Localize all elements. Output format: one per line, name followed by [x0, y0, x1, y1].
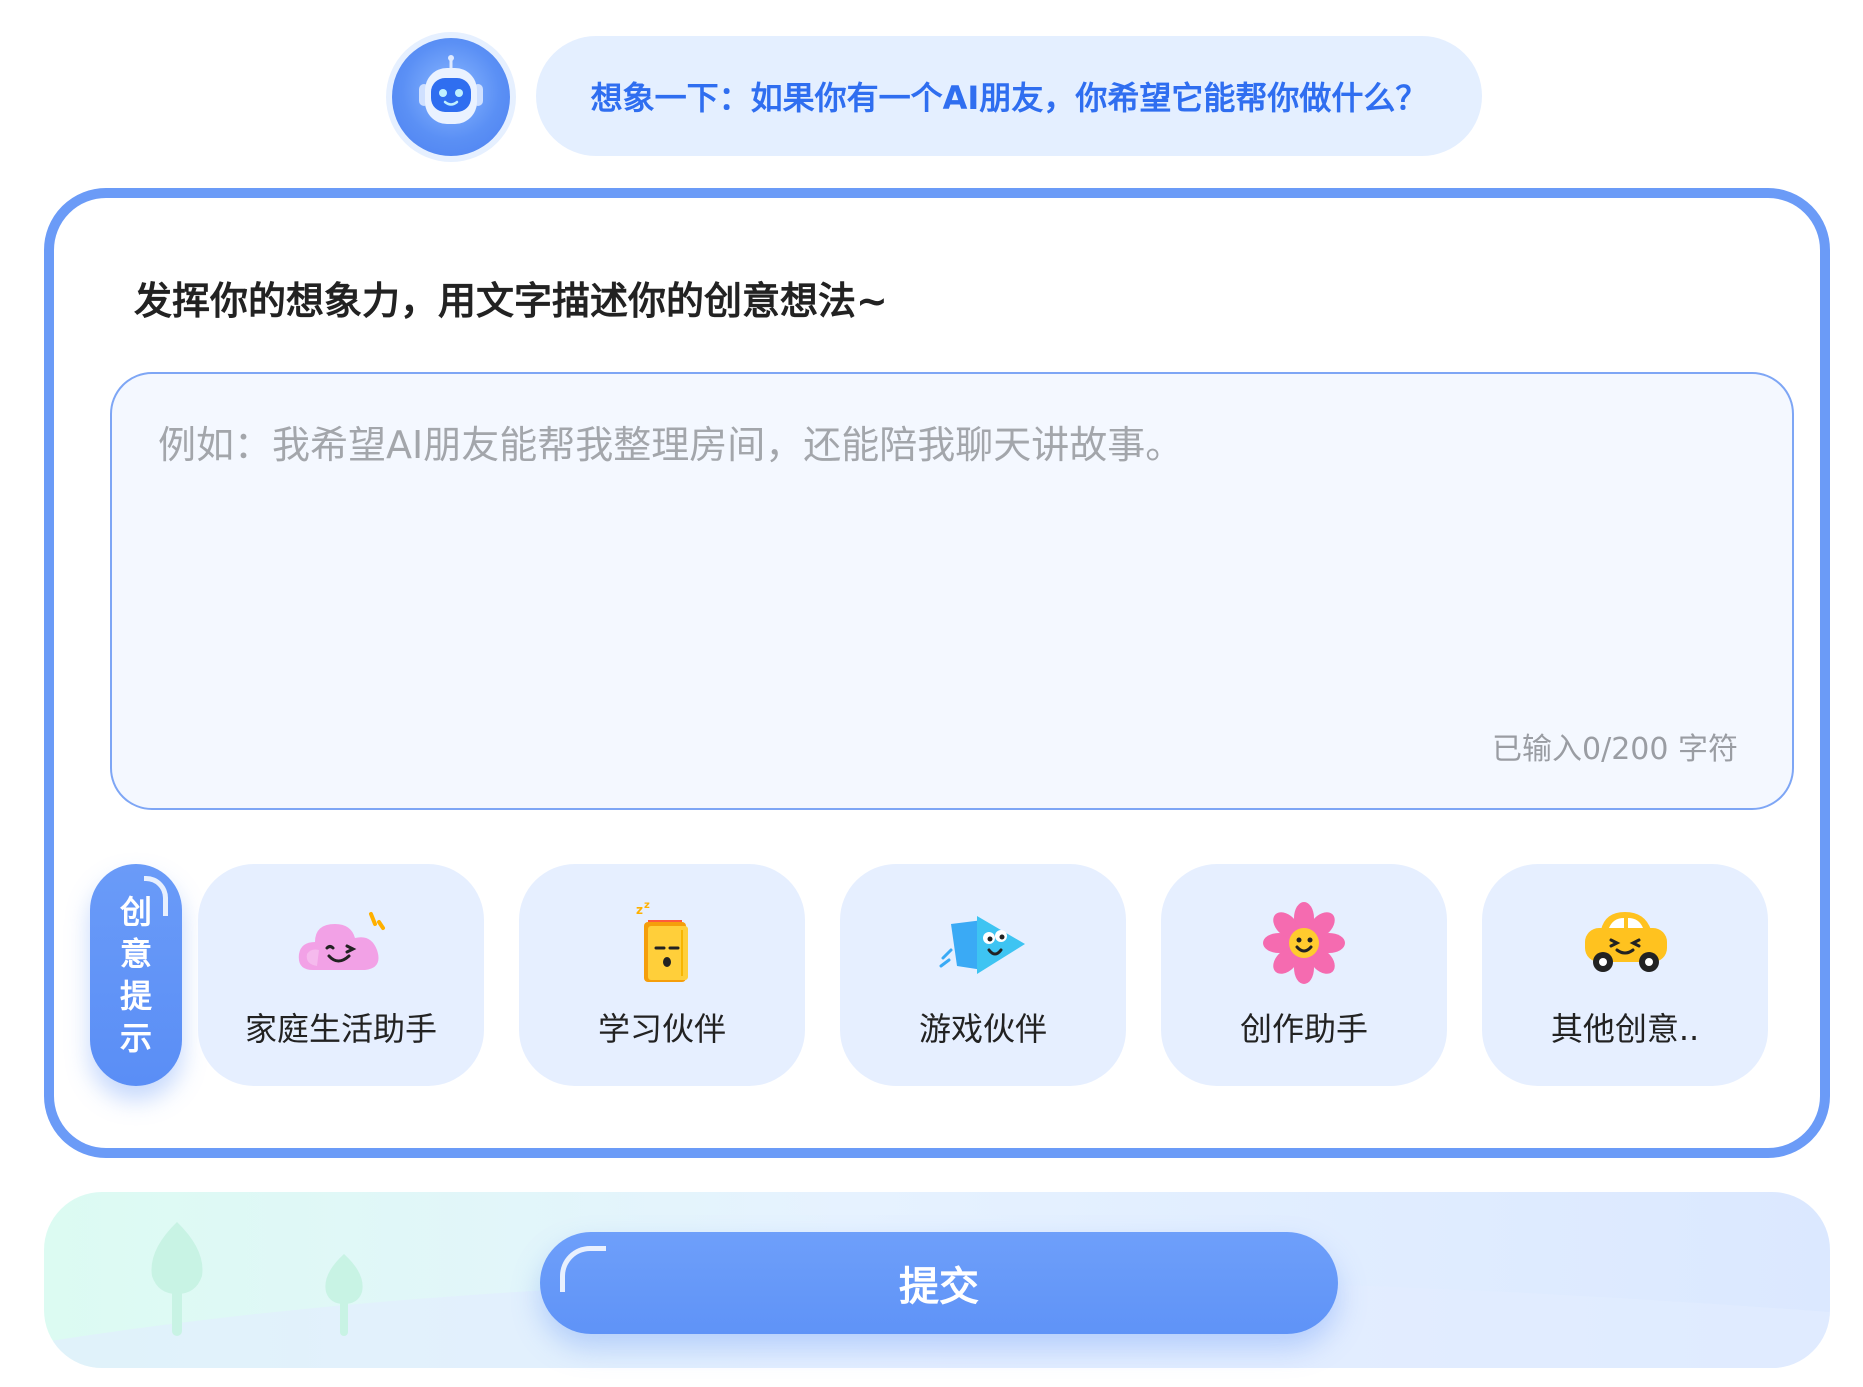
- book-icon: z z: [612, 900, 712, 986]
- hint-tab-char: 示: [119, 1019, 152, 1057]
- card-title: 发挥你的想象力，用文字描述你的创意想法~: [134, 279, 888, 323]
- car-icon: [1575, 900, 1675, 986]
- tree-icon: [151, 1222, 203, 1336]
- idea-card-label: 创作助手: [1239, 1010, 1368, 1048]
- play-icon: [933, 900, 1033, 986]
- hint-tab-char: 提: [119, 977, 152, 1015]
- idea-card-label: 学习伙伴: [597, 1010, 726, 1048]
- idea-textarea-box: 已输入0/200 字符: [110, 372, 1794, 810]
- idea-card-creation-assistant[interactable]: 创作助手: [1161, 864, 1447, 1086]
- idea-card-label: 家庭生活助手: [244, 1010, 437, 1048]
- char-count: 已输入0/200 字符: [1492, 732, 1738, 767]
- idea-card-home-assistant[interactable]: 家庭生活助手: [198, 864, 484, 1086]
- submit-button[interactable]: 提交: [540, 1232, 1338, 1334]
- submit-button-label: 提交: [899, 1264, 979, 1310]
- flower-icon: [1254, 900, 1354, 986]
- idea-hint-tab[interactable]: 创 意 提 示: [90, 864, 182, 1086]
- idea-card-study-partner[interactable]: z z 学习伙伴: [519, 864, 805, 1086]
- cloud-icon: [291, 900, 391, 986]
- svg-text:z: z: [644, 900, 650, 911]
- idea-input-card: 发挥你的想象力，用文字描述你的创意想法~ 已输入0/200 字符 创 意 提 示: [44, 188, 1830, 1158]
- robot-avatar-icon: [392, 38, 510, 156]
- idea-card-game-partner[interactable]: 游戏伙伴: [840, 864, 1126, 1086]
- page: 想象一下：如果你有一个AI朋友，你希望它能帮你做什么？ 发挥你的想象力，用文字描…: [0, 0, 1863, 1387]
- hint-tab-char: 意: [119, 935, 152, 973]
- button-arc-decoration: [560, 1246, 606, 1292]
- svg-text:z: z: [636, 903, 643, 917]
- idea-card-label: 其他创意..: [1550, 1010, 1700, 1048]
- idea-card-label: 游戏伙伴: [918, 1010, 1047, 1048]
- idea-card-other-ideas[interactable]: 其他创意..: [1482, 864, 1768, 1086]
- tab-hook-decoration: [144, 876, 168, 916]
- question-bubble: 想象一下：如果你有一个AI朋友，你希望它能帮你做什么？: [536, 36, 1482, 156]
